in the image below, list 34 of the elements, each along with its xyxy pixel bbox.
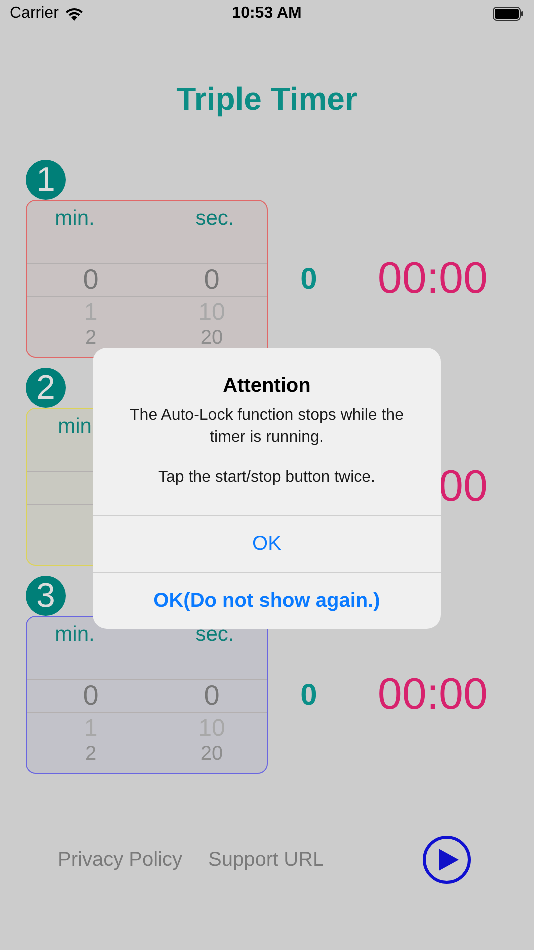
footer-link[interactable]: Support URL [208,845,324,875]
picker-value[interactable]: 0 [182,266,242,294]
timer-display: 00 [439,465,488,509]
number-badge: 2 [26,368,66,408]
alert-button[interactable]: OK(Do not show again.) [93,572,441,629]
alert-button[interactable]: OK [93,515,441,572]
picker-value[interactable]: 0 [61,682,121,710]
picker-value[interactable]: 0 [61,266,121,294]
timer-display: 00:00 [378,673,488,717]
alert-title: Attention [223,374,311,399]
app-title: Triple Timer [176,83,358,115]
play-button[interactable] [423,836,471,884]
alert-message: Tap the start/stop button twice. [158,468,376,488]
clock-time: 10:53 AM [232,4,302,24]
timer-display: 00:00 [378,257,488,301]
wifi-icon [64,7,84,21]
seconds-label: sec. [194,206,236,232]
picker-value[interactable]: 20 [182,328,242,348]
lap-count: 0 [300,262,318,298]
picker-value[interactable]: 2 [61,744,121,764]
lap-count: 0 [300,678,318,714]
minutes-label: min. [54,622,96,648]
battery-icon [493,7,524,21]
number-badge: 1 [26,160,66,200]
carrier-label: Carrier [10,4,59,24]
picker-value[interactable]: 0 [182,682,242,710]
footer-link[interactable]: Privacy Policy [58,845,182,875]
play-icon [438,849,458,871]
picker-value[interactable]: 2 [61,328,121,348]
alert-message: The Auto-Lock function stops while the timer is running. [130,406,404,448]
number-badge: 3 [26,576,66,616]
minutes-label: min. [54,206,96,232]
picker-value[interactable]: 20 [182,744,242,764]
minutes-label: min [57,414,93,440]
